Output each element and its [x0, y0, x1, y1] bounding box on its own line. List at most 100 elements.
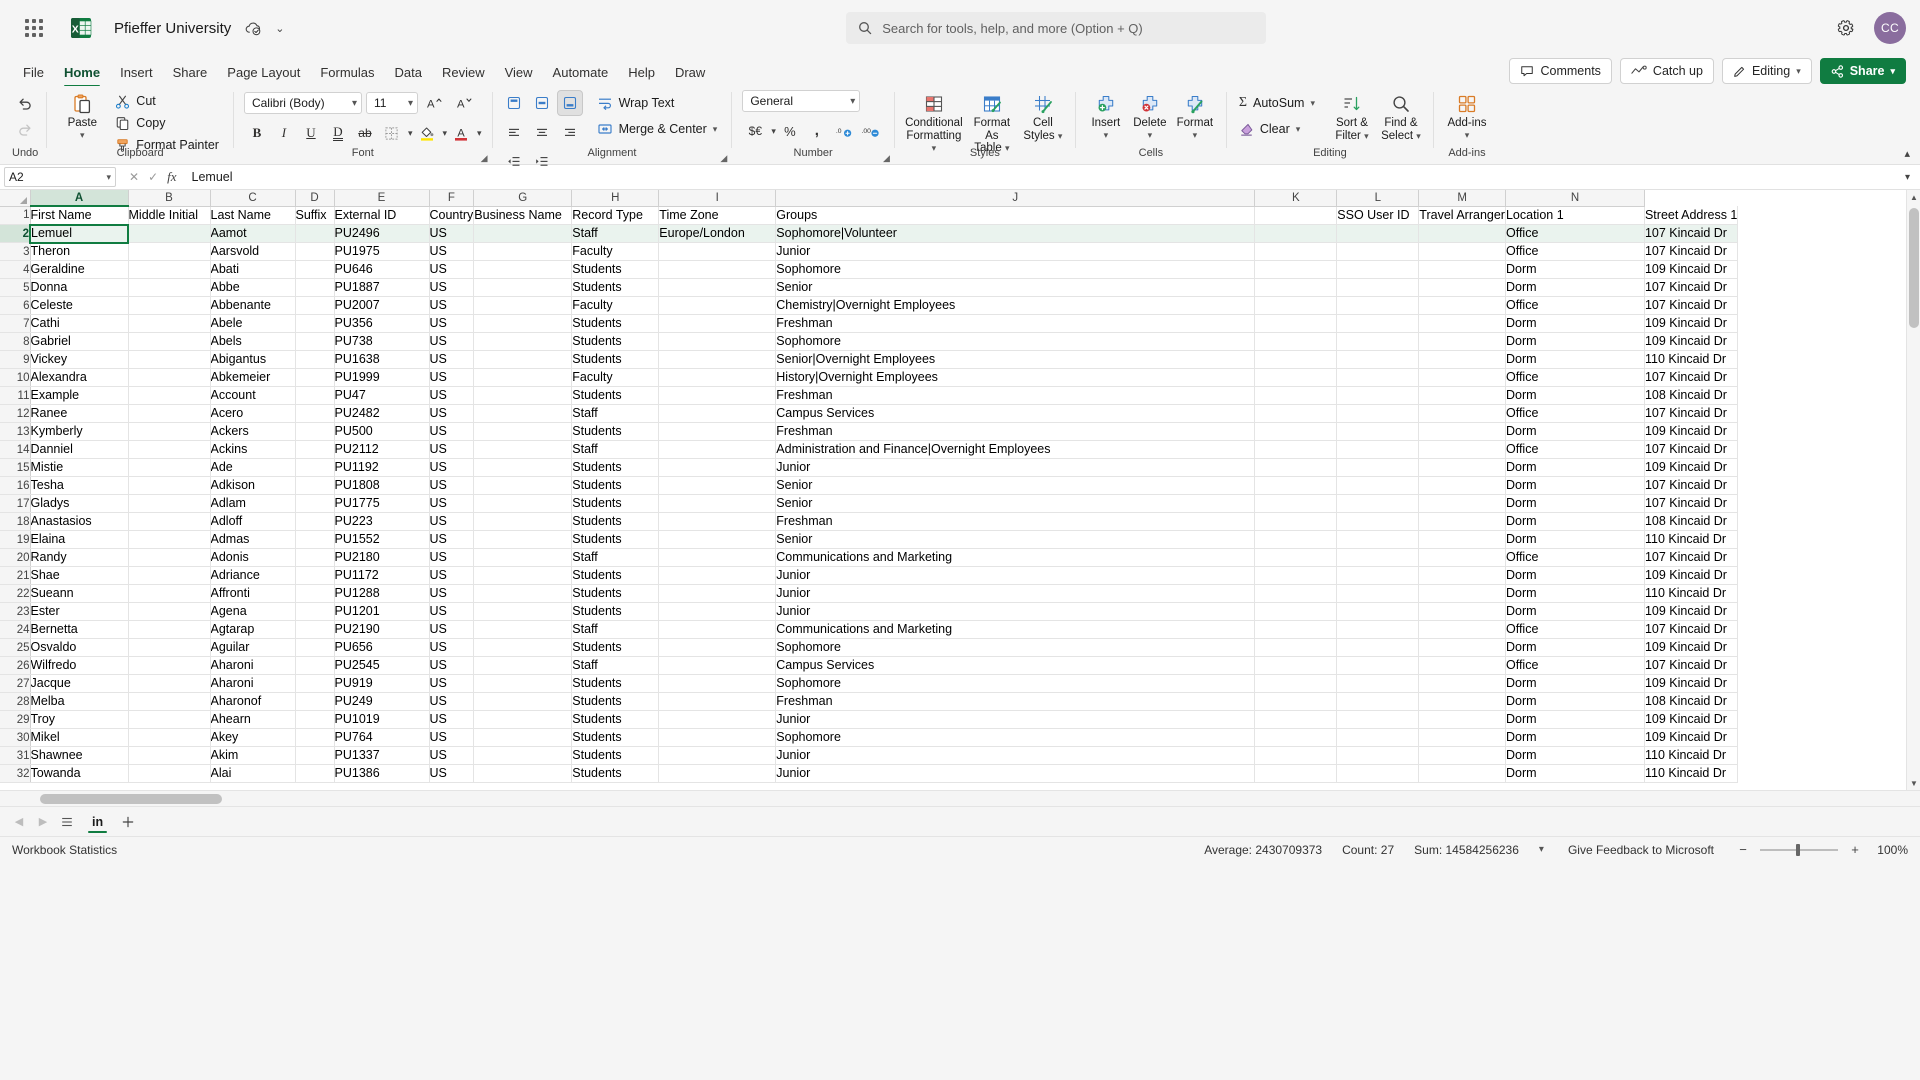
- grid-cell[interactable]: [295, 278, 335, 297]
- grid-cell[interactable]: Ackins: [210, 440, 296, 459]
- cell-styles-button[interactable]: Cell Styles ▾: [1019, 90, 1067, 146]
- header-cell[interactable]: Street Address 1: [1644, 206, 1739, 225]
- cut-button[interactable]: Cut: [111, 90, 225, 112]
- grid-cell[interactable]: [1336, 278, 1420, 297]
- grid-cell[interactable]: [473, 674, 573, 693]
- grid-cell[interactable]: [1418, 602, 1506, 621]
- grid-cell[interactable]: [128, 602, 211, 621]
- grid-cell[interactable]: [295, 728, 335, 747]
- cancel-icon[interactable]: ✕: [129, 170, 139, 184]
- number-format-combo[interactable]: General ▾: [742, 90, 861, 112]
- grid-cell[interactable]: [658, 332, 777, 351]
- wrap-text-button[interactable]: Wrap Text: [593, 92, 724, 114]
- cloud-saved-icon[interactable]: [245, 21, 262, 36]
- grid-cell[interactable]: [1336, 494, 1420, 513]
- grid-cell[interactable]: [295, 458, 335, 477]
- grid-cell[interactable]: Faculty: [571, 368, 660, 387]
- find-select-button[interactable]: Find & Select ▾: [1377, 90, 1425, 146]
- grid-cell[interactable]: [1418, 746, 1506, 765]
- grid-cell[interactable]: [473, 710, 573, 729]
- grid-cell[interactable]: Junior: [775, 710, 1256, 729]
- grid-cell[interactable]: [658, 314, 777, 333]
- ribbon-tab-home[interactable]: Home: [55, 60, 109, 87]
- grid-cell[interactable]: PU2180: [334, 548, 430, 567]
- grid-cell[interactable]: [128, 530, 211, 549]
- grid-cell[interactable]: Account: [210, 386, 296, 405]
- number-dialog-launcher[interactable]: ◢: [883, 153, 890, 164]
- font-color-button[interactable]: A: [448, 120, 474, 146]
- grid-cell[interactable]: [1418, 494, 1506, 513]
- header-cell[interactable]: External ID: [334, 206, 430, 225]
- grid-cell[interactable]: US: [429, 530, 475, 549]
- row-header-23[interactable]: 23: [0, 602, 31, 621]
- grid-cell[interactable]: Junior: [775, 584, 1256, 603]
- grid-cell[interactable]: Students: [571, 494, 660, 513]
- grid-cell[interactable]: Freshman: [775, 422, 1256, 441]
- grid-cell[interactable]: [473, 242, 573, 261]
- align-middle-button[interactable]: [529, 90, 555, 116]
- grid-cell[interactable]: PU356: [334, 314, 430, 333]
- grid-cell[interactable]: PU1808: [334, 476, 430, 495]
- grid-cell[interactable]: Staff: [571, 620, 660, 639]
- grid-cell[interactable]: Aamot: [210, 224, 296, 243]
- grid-cell[interactable]: [658, 710, 777, 729]
- grid-cell[interactable]: [1336, 332, 1420, 351]
- grid-cell[interactable]: Aarsvold: [210, 242, 296, 261]
- grid-cell[interactable]: Adlam: [210, 494, 296, 513]
- grid-cell[interactable]: [1254, 422, 1338, 441]
- column-header-J[interactable]: J: [775, 190, 1256, 207]
- grid-cell[interactable]: [128, 620, 211, 639]
- header-cell[interactable]: Business Name: [473, 206, 573, 225]
- grid-cell[interactable]: US: [429, 458, 475, 477]
- header-cell[interactable]: SSO User ID: [1336, 206, 1420, 225]
- grid-cell[interactable]: [658, 296, 777, 315]
- grid-cell[interactable]: PU1192: [334, 458, 430, 477]
- workbook-statistics-button[interactable]: Workbook Statistics: [12, 843, 117, 857]
- grid-cell[interactable]: [658, 422, 777, 441]
- grid-cell[interactable]: [658, 602, 777, 621]
- grid-cell[interactable]: [473, 260, 573, 279]
- grid-cell[interactable]: Agtarap: [210, 620, 296, 639]
- grid-cell[interactable]: Sophomore: [775, 728, 1256, 747]
- header-cell[interactable]: Time Zone: [658, 206, 777, 225]
- grid-cell[interactable]: Office: [1505, 404, 1645, 423]
- grid-cell[interactable]: 109 Kincaid Dr: [1644, 710, 1739, 729]
- grid-cell[interactable]: Students: [571, 422, 660, 441]
- grid-cell[interactable]: Adriance: [210, 566, 296, 585]
- grid-cell[interactable]: [473, 350, 573, 369]
- statistics-caret[interactable]: ▾: [1539, 844, 1544, 855]
- grid-cell[interactable]: [295, 350, 335, 369]
- grid-cell[interactable]: Mikel: [30, 728, 129, 747]
- grid-cell[interactable]: [128, 692, 211, 711]
- grid-cell[interactable]: Mistie: [30, 458, 129, 477]
- grid-cell[interactable]: [1336, 530, 1420, 549]
- grid-cell[interactable]: [295, 602, 335, 621]
- grid-cell[interactable]: US: [429, 242, 475, 261]
- merge-center-button[interactable]: Merge & Center ▾: [593, 118, 724, 140]
- insert-cells-button[interactable]: Insert ▾: [1084, 90, 1128, 146]
- grid-cell[interactable]: [1254, 692, 1338, 711]
- grid-cell[interactable]: [1336, 638, 1420, 657]
- grid-cell[interactable]: [1336, 314, 1420, 333]
- grid-cell[interactable]: Elaina: [30, 530, 129, 549]
- clear-button[interactable]: Clear ▾: [1235, 118, 1321, 140]
- grid-cell[interactable]: Dorm: [1505, 494, 1645, 513]
- row-header-28[interactable]: 28: [0, 692, 31, 711]
- grid-cell[interactable]: US: [429, 764, 475, 783]
- grid-cell[interactable]: Agena: [210, 602, 296, 621]
- select-all-corner[interactable]: [0, 190, 31, 207]
- search-box[interactable]: [846, 12, 1267, 44]
- grid-cell[interactable]: [1254, 260, 1338, 279]
- grid-cell[interactable]: [1254, 440, 1338, 459]
- font-color-caret[interactable]: ▾: [477, 128, 482, 139]
- grid-cell[interactable]: Students: [571, 314, 660, 333]
- grid-cell[interactable]: Dorm: [1505, 458, 1645, 477]
- grid-cell[interactable]: [295, 404, 335, 423]
- grid-cell[interactable]: Office: [1505, 440, 1645, 459]
- percent-button[interactable]: %: [777, 118, 803, 144]
- grid-cell[interactable]: [295, 638, 335, 657]
- grid-cell[interactable]: Ade: [210, 458, 296, 477]
- grid-cell[interactable]: [295, 656, 335, 675]
- ribbon-tab-page-layout[interactable]: Page Layout: [218, 60, 309, 86]
- decrease-decimal-button[interactable]: .00: [858, 118, 884, 144]
